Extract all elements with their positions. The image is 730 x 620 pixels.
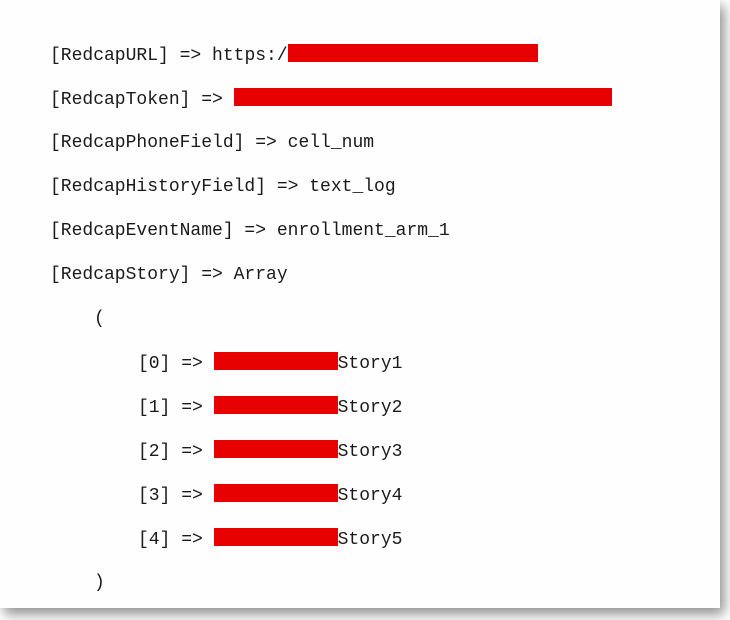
story-label: Story3 — [338, 442, 403, 462]
idx: [4] — [138, 530, 170, 550]
redaction-box — [214, 528, 338, 546]
idx: [1] — [138, 398, 170, 418]
story-label: Story4 — [338, 486, 403, 506]
line-story-1: [1] => Story2 — [6, 396, 612, 418]
line-story-4: [4] => Story5 — [6, 528, 612, 550]
idx: [3] — [138, 486, 170, 506]
kv: [RedcapPhoneField] => cell_num — [50, 133, 374, 153]
line-redcap-token: [RedcapToken] => — [6, 88, 612, 110]
redaction-box — [214, 440, 338, 458]
code-dump-panel: [RedcapURL] => https:/ [RedcapToken] => … — [0, 0, 720, 608]
redaction-box — [214, 396, 338, 414]
story-label: Story1 — [338, 354, 403, 374]
line-story-0: [0] => Story1 — [6, 352, 612, 374]
line-redcap-url: [RedcapURL] => https:/ — [6, 44, 612, 66]
kv: [RedcapHistoryField] => text_log — [50, 177, 396, 197]
kv: [RedcapEventName] => enrollment_arm_1 — [50, 221, 450, 241]
arrow: => — [170, 398, 213, 418]
arrow: => — [190, 90, 233, 110]
line-story-header: [RedcapStory] => Array — [6, 264, 612, 286]
story-label: Story2 — [338, 398, 403, 418]
code-block: [RedcapURL] => https:/ [RedcapToken] => … — [6, 22, 612, 620]
paren: ) — [94, 573, 105, 593]
redaction-box — [288, 44, 538, 62]
line-open-paren: ( — [6, 308, 612, 330]
paren: ( — [94, 309, 105, 329]
line-story-3: [3] => Story4 — [6, 484, 612, 506]
line-phone: [RedcapPhoneField] => cell_num — [6, 132, 612, 154]
arrow: => — [170, 486, 213, 506]
idx: [0] — [138, 354, 170, 374]
line-close-paren: ) — [6, 572, 612, 594]
blank-line — [6, 616, 612, 620]
key-url: [RedcapURL] — [50, 46, 169, 66]
redaction-box — [214, 484, 338, 502]
redaction-box — [234, 88, 612, 106]
arrow: => — [170, 354, 213, 374]
line-story-2: [2] => Story3 — [6, 440, 612, 462]
key-token: [RedcapToken] — [50, 90, 190, 110]
line-history: [RedcapHistoryField] => text_log — [6, 176, 612, 198]
arrow: => — [169, 46, 212, 66]
arrow: => — [170, 442, 213, 462]
story-label: Story5 — [338, 530, 403, 550]
url-prefix: https:/ — [212, 46, 288, 66]
redaction-box — [214, 352, 338, 370]
line-event: [RedcapEventName] => enrollment_arm_1 — [6, 220, 612, 242]
kv: [RedcapStory] => Array — [50, 265, 288, 285]
arrow: => — [170, 530, 213, 550]
idx: [2] — [138, 442, 170, 462]
